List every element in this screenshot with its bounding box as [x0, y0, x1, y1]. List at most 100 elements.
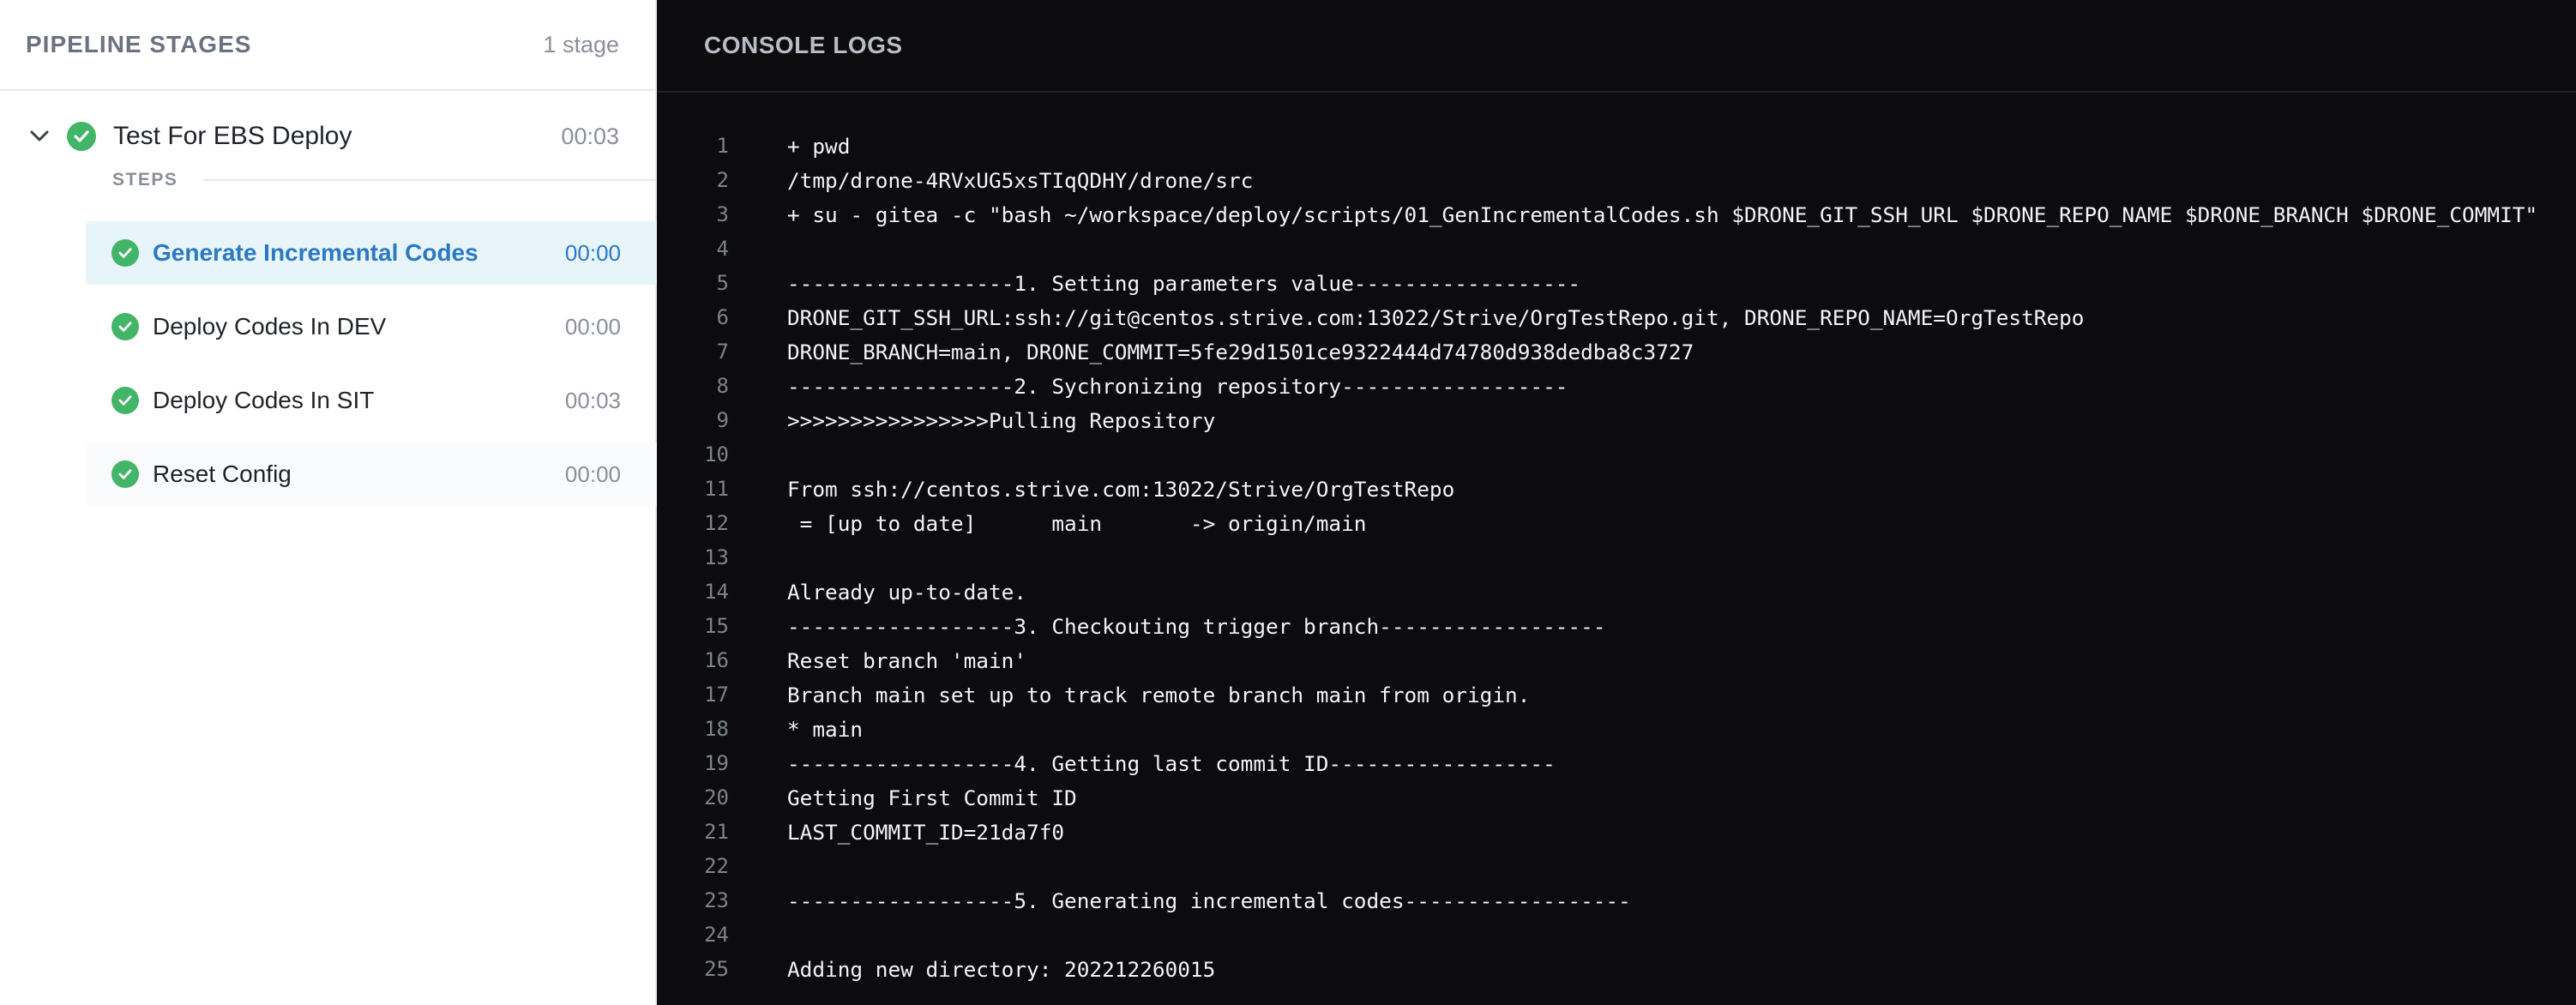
- steps-label: STEPS: [112, 170, 178, 190]
- log-line: 24: [657, 918, 2576, 952]
- check-circle-icon: [111, 460, 139, 488]
- log-text: >>>>>>>>>>>>>>>>Pulling Repository: [787, 407, 1216, 433]
- log-line: 21 LAST_COMMIT_ID=21da7f0: [657, 815, 2576, 849]
- check-circle-icon: [111, 239, 139, 267]
- console-logs-panel[interactable]: CONSOLE LOGS 1 + pwd 2/tmp/drone-4RVxUG5xs…: [657, 0, 2576, 1005]
- line-number: 21: [704, 820, 729, 844]
- stage-name: Test For EBS Deploy: [113, 122, 352, 150]
- log-line: 6 DRONE_GIT_SSH_URL:ssh://git@centos.stri…: [657, 300, 2576, 334]
- check-circle-icon: [111, 387, 139, 414]
- log-line: 18 * main: [657, 712, 2576, 746]
- line-number: 12: [704, 511, 729, 535]
- step-duration: 00:00: [564, 313, 621, 340]
- line-number: 14: [704, 580, 729, 604]
- log-text: DRONE_BRANCH=main, DRONE_COMMIT=5fe29d15…: [787, 339, 1694, 364]
- log-text: ------------------3. Checkouting trigger…: [787, 613, 1606, 639]
- log-text: From ssh://centos.strive.com:13022/Striv…: [787, 476, 1455, 502]
- log-line: 16 Reset branch 'main': [657, 643, 2576, 677]
- log-text: /tmp/drone-4RVxUG5xsTIqQDHY/drone/src: [787, 167, 1254, 193]
- log-text: DRONE_GIT_SSH_URL:ssh://git@centos.striv…: [787, 304, 2085, 330]
- step-duration: 00:00: [564, 239, 621, 266]
- log-line: 8 ------------------2. Sychronizing repos…: [657, 369, 2576, 403]
- line-number: 23: [704, 888, 729, 912]
- log-line: 3 + su - gitea -c "bash ~/workspace/deplo…: [657, 197, 2576, 232]
- check-circle-icon: [111, 313, 139, 340]
- log-text: Already up-to-date.: [787, 579, 1027, 605]
- chevron-down-icon[interactable]: [26, 123, 53, 150]
- log-text: + pwd: [787, 133, 851, 159]
- step-deploy-codes-in-dev[interactable]: Deploy Codes In DEV 00:00: [86, 295, 657, 358]
- log-text: LAST_COMMIT_ID=21da7f0: [787, 819, 1065, 845]
- log-line: 11 From ssh://centos.strive.com:13022/Str…: [657, 472, 2576, 506]
- step-generate-incremental-codes[interactable]: Generate Incremental Codes 00:00: [86, 221, 657, 285]
- log-text: ------------------4. Getting last commit…: [787, 750, 1556, 776]
- line-number: 19: [704, 751, 729, 775]
- line-number: 6: [716, 305, 729, 329]
- line-number: 5: [716, 271, 729, 295]
- stage-row[interactable]: Test For EBS Deploy 00:03: [0, 91, 655, 182]
- log-text: ------------------2. Sychronizing reposi…: [787, 373, 1568, 399]
- log-line: 5 ------------------1. Setting parameters…: [657, 266, 2576, 300]
- log-line: 19 ------------------4. Getting last comm…: [657, 746, 2576, 780]
- line-number: 4: [716, 237, 729, 261]
- step-name: Generate Incremental Codes: [153, 239, 478, 266]
- log-line: 4: [657, 232, 2576, 266]
- divider: [203, 179, 655, 181]
- stage-duration: 00:03: [561, 123, 619, 149]
- line-number: 15: [704, 614, 729, 638]
- line-number: 20: [704, 785, 729, 809]
- log-text: Getting First Commit ID: [787, 785, 1077, 810]
- log-line: 17 Branch main set up to track remote bra…: [657, 677, 2576, 712]
- step-reset-config[interactable]: Reset Config 00:00: [86, 442, 657, 506]
- log-line: 14 Already up-to-date.: [657, 575, 2576, 609]
- step-duration: 00:03: [564, 387, 621, 413]
- log-line: 10: [657, 437, 2576, 472]
- line-number: 22: [704, 854, 729, 878]
- line-number: 24: [704, 923, 729, 947]
- line-number: 7: [716, 340, 729, 364]
- log-line: 7 DRONE_BRANCH=main, DRONE_COMMIT=5fe29d1…: [657, 334, 2576, 369]
- log-output[interactable]: 1 + pwd 2/tmp/drone-4RVxUG5xsTIqQDHY/drone…: [657, 93, 2576, 986]
- line-number: 10: [704, 442, 729, 466]
- line-number: 17: [704, 683, 729, 707]
- step-duration: 00:00: [564, 460, 621, 487]
- log-text: * main: [787, 716, 864, 742]
- stage-count: 1 stage: [543, 31, 619, 57]
- line-number: 11: [704, 477, 729, 501]
- log-text: Branch main set up to track remote branc…: [787, 682, 1531, 707]
- line-number: 1: [716, 134, 729, 158]
- app: PIPELINE STAGES 1 stage Test For EBS Dep…: [0, 0, 2576, 1005]
- line-number: 9: [716, 408, 729, 432]
- log-line: 1 + pwd: [657, 129, 2576, 163]
- log-line: 12 = [up to date] main -> origin/main: [657, 506, 2576, 540]
- step-name: Deploy Codes In DEV: [153, 313, 387, 340]
- log-line: 22: [657, 849, 2576, 883]
- log-text: = [up to date] main -> origin/main: [787, 510, 1367, 536]
- step-name: Reset Config: [153, 460, 292, 487]
- line-number: 18: [704, 717, 729, 741]
- console-logs-header: CONSOLE LOGS: [657, 0, 2576, 93]
- log-line: 9 >>>>>>>>>>>>>>>>Pulling Repository: [657, 403, 2576, 437]
- step-deploy-codes-in-sit[interactable]: Deploy Codes In SIT 00:03: [86, 369, 657, 432]
- panel-title: PIPELINE STAGES: [26, 31, 252, 57]
- step-name: Deploy Codes In SIT: [153, 387, 375, 413]
- line-number: 13: [704, 545, 729, 569]
- line-number: 2: [716, 168, 729, 192]
- pipeline-stages-panel: PIPELINE STAGES 1 stage Test For EBS Dep…: [0, 0, 657, 1005]
- log-line: 2/tmp/drone-4RVxUG5xsTIqQDHY/drone/src: [657, 163, 2576, 197]
- console-title: CONSOLE LOGS: [704, 32, 903, 58]
- log-line: 25 Adding new directory: 202212260015: [657, 952, 2576, 986]
- log-line: 20 Getting First Commit ID: [657, 780, 2576, 815]
- log-text: ------------------1. Setting parameters …: [787, 270, 1581, 296]
- log-text: Reset branch 'main': [787, 647, 1027, 673]
- pipeline-stages-header: PIPELINE STAGES 1 stage: [0, 0, 655, 91]
- line-number: 25: [704, 957, 729, 981]
- steps-section-header: STEPS: [0, 170, 655, 190]
- log-text: Adding new directory: 202212260015: [787, 956, 1216, 982]
- check-circle-icon: [67, 122, 96, 151]
- log-line: 13: [657, 540, 2576, 575]
- line-number: 8: [716, 374, 729, 398]
- line-number: 3: [716, 202, 729, 226]
- log-text: + su - gitea -c "bash ~/workspace/deploy…: [787, 202, 2538, 227]
- log-line: 15 ------------------3. Checkouting trigg…: [657, 609, 2576, 643]
